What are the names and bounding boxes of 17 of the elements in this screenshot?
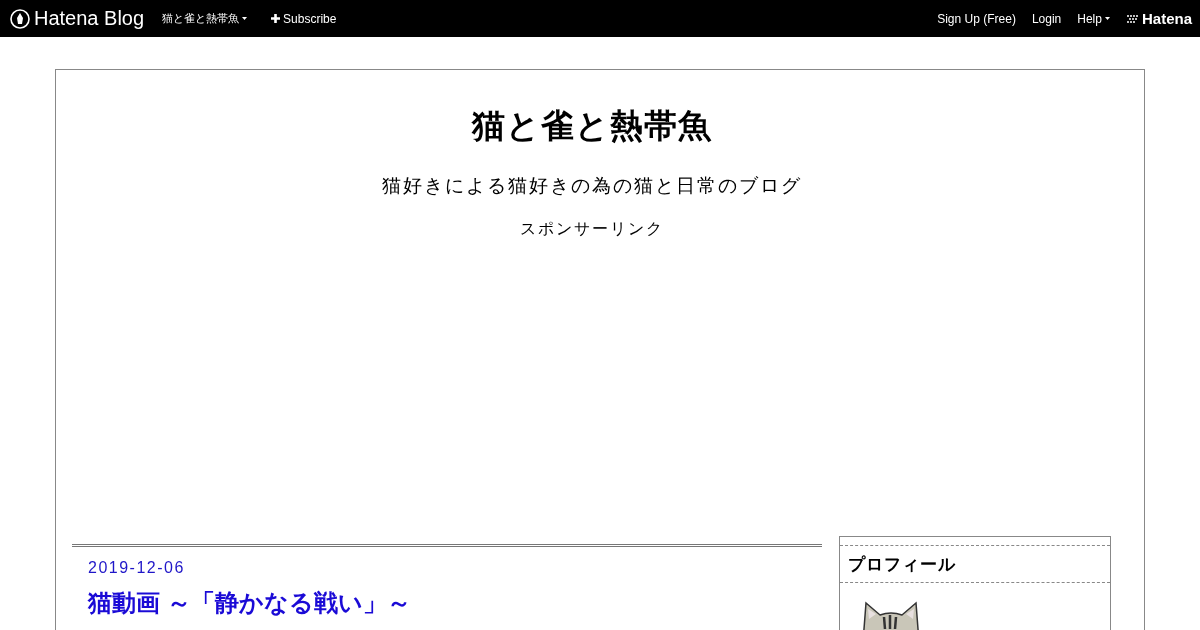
logo-link[interactable]: Hatena Blog [10,7,145,30]
header-link[interactable]: Sign Up (Free) [937,11,1016,26]
caret-icon [1104,17,1110,20]
blog-title[interactable]: 猫と雀と熱帯魚 [471,104,712,149]
entry-title[interactable]: 猫動画 ～「静かなる戦い」～ [88,587,411,619]
header-link[interactable]: Login [1031,11,1062,26]
subscribe-button[interactable]: Subscribe [271,11,337,26]
hatena-logo-link[interactable]: Hatena [1125,10,1192,27]
module-title: プロフィール [840,545,1110,583]
blog-menu[interactable]: 猫と雀と熱帯魚 [162,11,248,26]
help-menu[interactable]: Help [1077,11,1110,26]
blog-description: 猫好きによる猫好きの為の猫と日常のブログ [381,174,802,198]
plus-icon [271,14,281,23]
caret-icon [242,17,248,20]
entry-date[interactable]: 2019-12-06 [88,559,185,577]
pen-nib-icon [10,8,30,29]
sponsor-label: スポンサーリンク [519,219,664,239]
